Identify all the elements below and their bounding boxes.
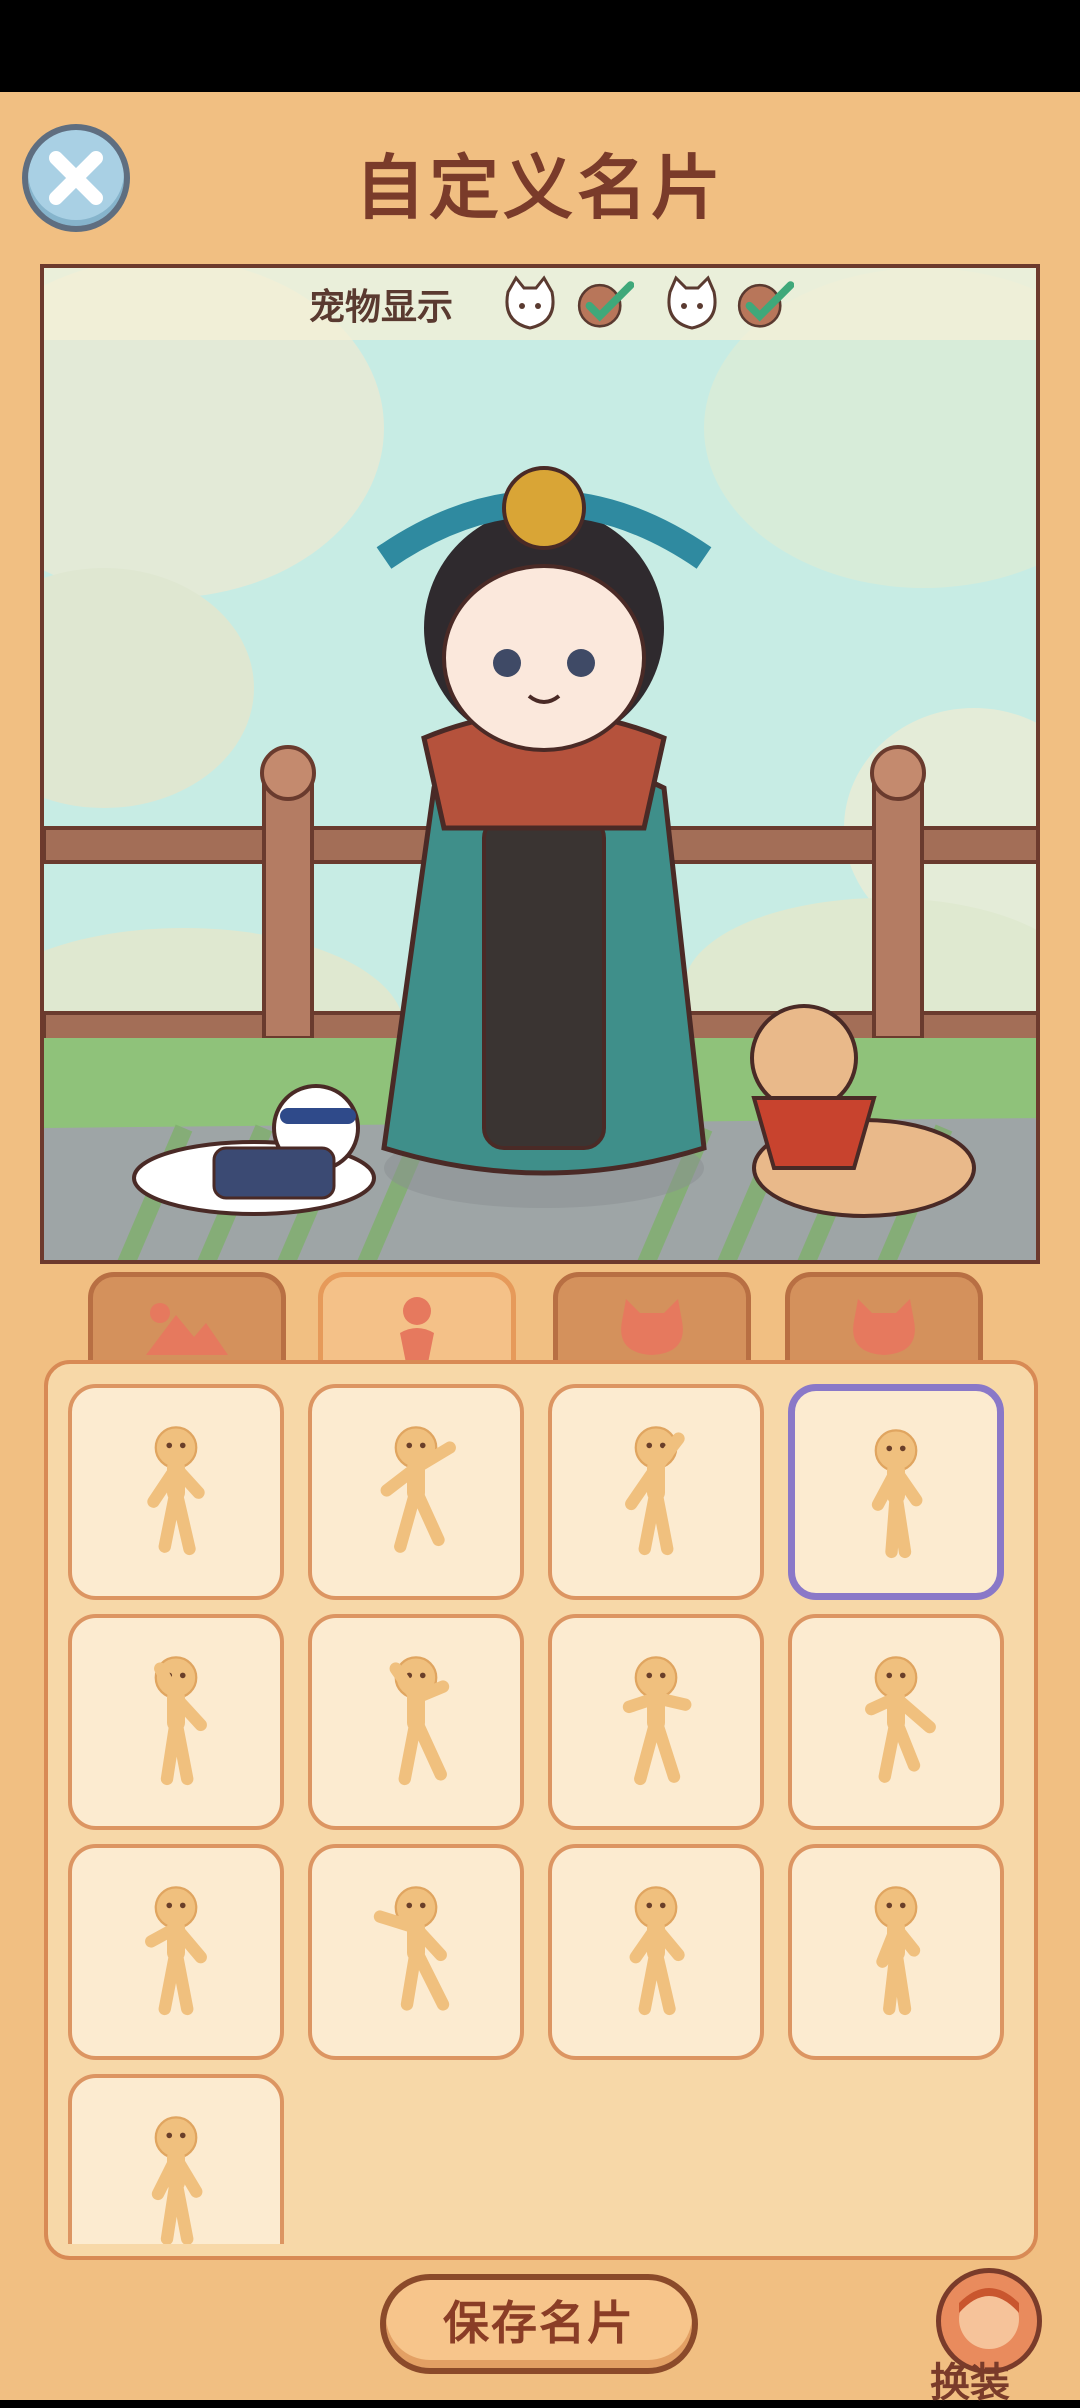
pose-figure-icon: [145, 1886, 207, 2016]
change-outfit-label: 换装: [930, 2360, 1010, 2406]
tab-scene[interactable]: [88, 1272, 286, 1372]
pose-figure-icon: [874, 1886, 921, 2016]
tab-pet-1[interactable]: [553, 1272, 751, 1372]
pose-figure-icon: [147, 1426, 205, 1556]
pose-option-2[interactable]: [308, 1384, 524, 1600]
customize-card-screen: 自定义名片 宠物显示 保存名片 换装: [0, 92, 1080, 2406]
pose-figure-icon: [373, 1886, 450, 2011]
pose-option-1[interactable]: [68, 1384, 284, 1600]
pose-icon: [400, 1297, 434, 1363]
pose-figure-icon: [625, 1426, 685, 1556]
pose-option-13[interactable]: [68, 2074, 284, 2244]
pose-option-5[interactable]: [68, 1614, 284, 1830]
scene-icon: [146, 1303, 228, 1355]
pose-option-3[interactable]: [548, 1384, 764, 1600]
pose-figure-icon: [622, 1656, 692, 1786]
pet-cat-icon: [853, 1299, 915, 1355]
pet-display-label: 宠物显示: [309, 287, 454, 328]
pose-figure-icon: [389, 1656, 450, 1786]
pose-option-6[interactable]: [308, 1614, 524, 1830]
cat-face-icon: [505, 275, 555, 330]
pet-display-bar: 宠物显示: [44, 268, 1036, 340]
save-card-button[interactable]: 保存名片: [380, 2274, 698, 2374]
pose-grid: [68, 1384, 1018, 2244]
pose-option-11[interactable]: [548, 1844, 764, 2060]
pose-figure-icon: [380, 1426, 456, 1553]
cat-face-icon: [667, 275, 717, 330]
pet-cat-icon: [621, 1299, 683, 1355]
pose-figure-icon: [865, 1656, 936, 1783]
page-title: 自定义名片: [355, 147, 725, 229]
pet1-toggle-checkbox[interactable]: [574, 274, 634, 334]
pose-figure-icon: [154, 1656, 207, 1786]
status-bar: [0, 0, 1080, 92]
pose-figure-icon: [629, 1886, 685, 2016]
pet2-toggle-checkbox[interactable]: [734, 274, 794, 334]
tab-pet-2[interactable]: [785, 1272, 983, 1372]
pose-option-9[interactable]: [68, 1844, 284, 2060]
pose-option-7[interactable]: [548, 1614, 764, 1830]
card-preview: 宠物显示: [40, 264, 1040, 1264]
pose-option-12[interactable]: [788, 1844, 1004, 2060]
pose-option-10[interactable]: [308, 1844, 524, 2060]
pose-option-4[interactable]: [788, 1384, 1004, 1600]
pose-panel: [44, 1360, 1038, 2260]
pose-figure-icon: [871, 1429, 923, 1559]
pose-figure-icon: [151, 2116, 203, 2244]
preview-scene-illustration: [44, 268, 1036, 1260]
pose-option-8[interactable]: [788, 1614, 1004, 1830]
